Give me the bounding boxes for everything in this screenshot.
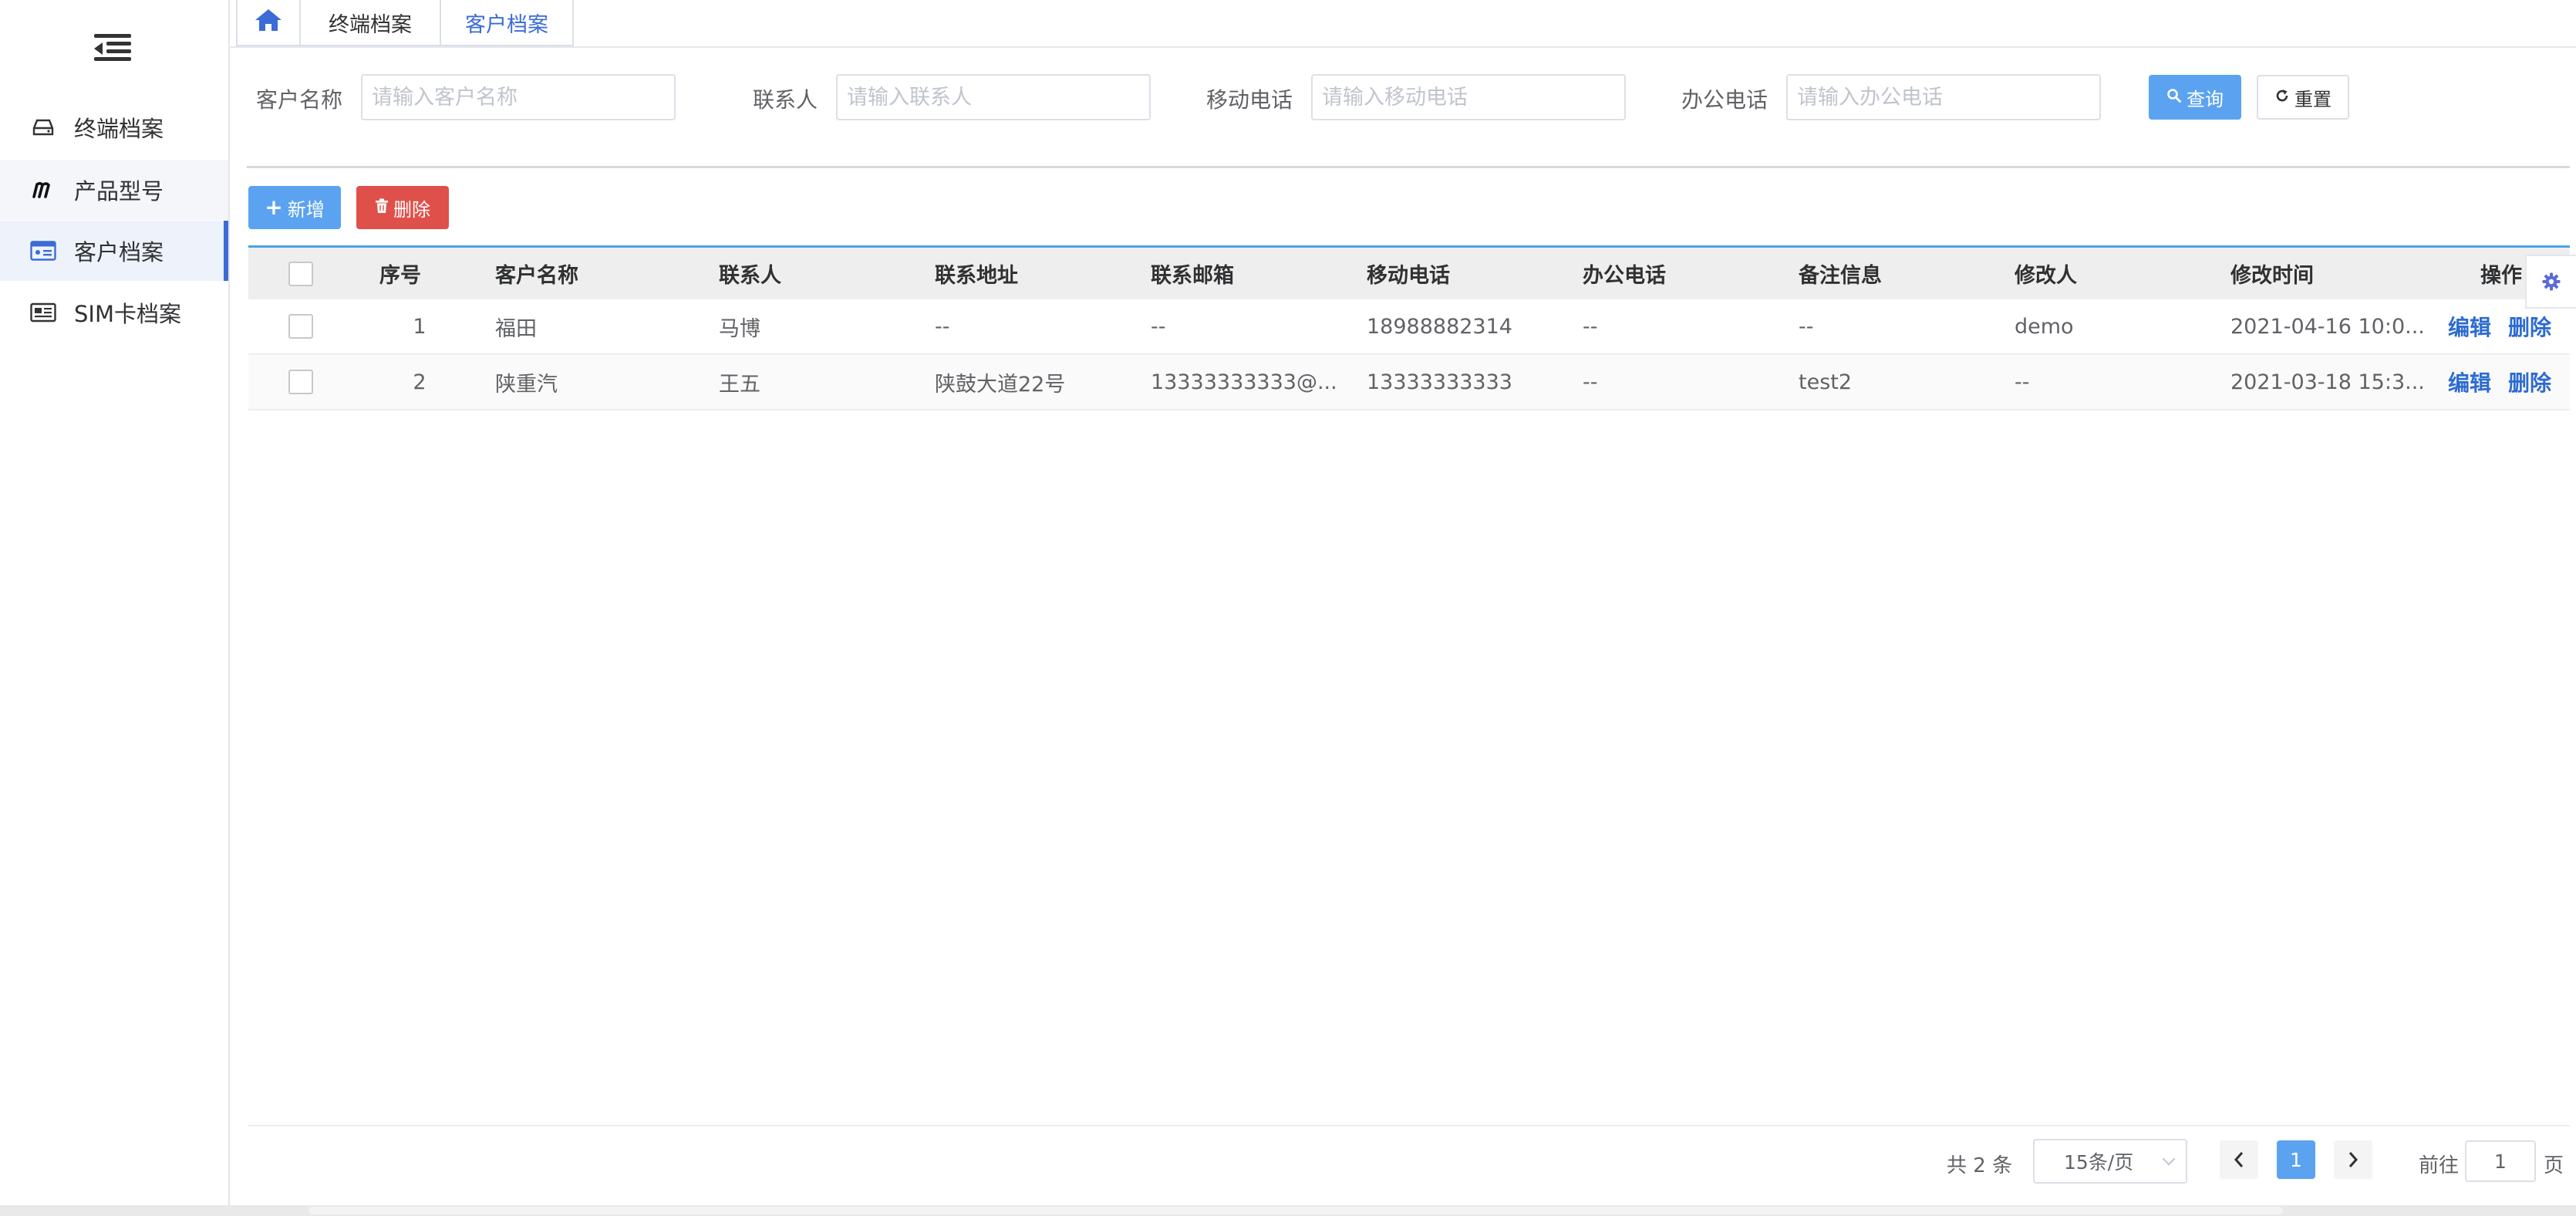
modified-time-cell: 2021-04-16 10:0... xyxy=(2230,314,2425,339)
email-cell: 13333333333@... xyxy=(1151,370,1337,394)
customer-name-cell: 陕重汽 xyxy=(495,372,558,397)
address-cell: -- xyxy=(935,314,950,339)
customer-name-label: 客户名称 xyxy=(256,87,343,113)
column-header: 备注信息 xyxy=(1799,264,1882,288)
office-phone-cell: -- xyxy=(1583,314,1598,339)
tab-terminal[interactable]: 终端档案 xyxy=(301,0,441,46)
contact-cell: 马博 xyxy=(719,316,760,341)
add-button[interactable]: + 新增 xyxy=(248,186,341,229)
mobile-cell: 13333333333 xyxy=(1367,370,1512,394)
mobile-label: 移动电话 xyxy=(1206,87,1293,113)
divider xyxy=(247,166,2570,168)
column-header: 联系人 xyxy=(719,264,781,288)
goto-page-input[interactable] xyxy=(2465,1140,2536,1182)
column-header: 移动电话 xyxy=(1367,264,1450,288)
trash-icon xyxy=(375,197,389,218)
page-number-button[interactable]: 1 xyxy=(2277,1140,2315,1179)
sidebar-item-customer[interactable]: 客户档案 xyxy=(0,221,228,281)
office-phone-input[interactable] xyxy=(1786,74,2101,120)
newspaper-icon xyxy=(28,297,59,328)
modifier-cell: demo xyxy=(2015,314,2074,339)
footer-divider xyxy=(248,1125,2570,1126)
table-header: 序号 客户名称 联系人 联系地址 联系邮箱 移动电话 办公电话 备注信息 修改人… xyxy=(248,245,2570,299)
column-header: 修改人 xyxy=(2015,264,2077,288)
office-phone-cell: -- xyxy=(1583,370,1598,394)
total-count: 共 2 条 xyxy=(1947,1154,2013,1177)
column-header: 操作 xyxy=(2480,264,2522,288)
office-phone-label: 办公电话 xyxy=(1681,87,1768,113)
search-icon xyxy=(2166,86,2182,108)
prev-page-button[interactable] xyxy=(2220,1140,2258,1179)
horizontal-scrollbar[interactable] xyxy=(0,1205,2576,1216)
sidebar-item-label: SIM卡档案 xyxy=(74,301,181,327)
tab-home[interactable] xyxy=(236,0,301,46)
column-header: 修改时间 xyxy=(2230,264,2314,288)
scrollbar-thumb[interactable] xyxy=(309,1207,2283,1214)
column-header: 序号 xyxy=(379,264,421,288)
tab-bar: 终端档案 客户档案 xyxy=(230,0,2576,48)
note-cell: test2 xyxy=(1799,370,1853,394)
reset-button-label: 重置 xyxy=(2294,88,2332,110)
chevron-down-icon xyxy=(2162,1152,2176,1166)
delete-link[interactable]: 删除 xyxy=(2508,366,2551,397)
goto-suffix: 页 xyxy=(2544,1154,2564,1177)
page-size-value: 15条/页 xyxy=(2064,1151,2134,1174)
note-cell: -- xyxy=(1799,314,1814,339)
sidebar-item-label: 客户档案 xyxy=(74,239,164,265)
next-page-button[interactable] xyxy=(2334,1140,2372,1179)
mobile-cell: 18988882314 xyxy=(1367,314,1512,339)
tab-customer[interactable]: 客户档案 xyxy=(441,0,574,46)
m-logo-icon xyxy=(28,174,59,205)
refresh-icon xyxy=(2274,86,2290,108)
menu-collapse-icon[interactable] xyxy=(94,34,131,62)
address-cell: 陕鼓大道22号 xyxy=(935,372,1066,397)
contact-cell: 王五 xyxy=(719,372,760,397)
column-header: 联系地址 xyxy=(935,264,1018,288)
delete-link[interactable]: 删除 xyxy=(2508,311,2551,342)
row-index: 1 xyxy=(413,314,427,339)
customer-name-cell: 福田 xyxy=(495,316,537,341)
sidebar: 终端档案 产品型号 客户档案 SIM卡档案 xyxy=(0,0,230,1216)
home-icon xyxy=(254,8,283,38)
drive-icon xyxy=(28,112,59,143)
contact-label: 联系人 xyxy=(753,87,818,113)
column-header: 办公电话 xyxy=(1583,264,1666,288)
select-all-checkbox[interactable] xyxy=(288,261,313,286)
id-card-icon xyxy=(28,235,59,266)
goto-prefix: 前往 xyxy=(2419,1154,2460,1177)
batch-delete-button-label: 删除 xyxy=(393,198,430,221)
sidebar-item-label: 终端档案 xyxy=(74,116,164,142)
plus-icon: + xyxy=(265,194,283,220)
modifier-cell: -- xyxy=(2015,370,2030,394)
modified-time-cell: 2021-03-18 15:3... xyxy=(2230,370,2425,394)
chevron-left-icon xyxy=(2234,1152,2244,1167)
chevron-right-icon xyxy=(2348,1152,2359,1167)
sidebar-item-terminal[interactable]: 终端档案 xyxy=(0,97,228,157)
edit-link[interactable]: 编辑 xyxy=(2448,366,2491,397)
sidebar-item-label: 产品型号 xyxy=(74,178,164,204)
customer-name-input[interactable] xyxy=(361,74,676,120)
mobile-input[interactable] xyxy=(1311,74,1626,120)
add-button-label: 新增 xyxy=(287,198,325,221)
page-size-select[interactable]: 15条/页 xyxy=(2033,1139,2187,1184)
table-row: 1 福田 马博 -- -- 18988882314 -- -- demo 202… xyxy=(248,299,2570,355)
reset-button[interactable]: 重置 xyxy=(2257,75,2349,120)
row-checkbox[interactable] xyxy=(288,370,313,394)
query-button-label: 查询 xyxy=(2187,88,2224,110)
column-header: 客户名称 xyxy=(495,264,578,288)
query-button[interactable]: 查询 xyxy=(2149,75,2241,120)
batch-delete-button[interactable]: 删除 xyxy=(356,186,449,229)
settings-gear-icon[interactable] xyxy=(2525,255,2576,309)
sidebar-item-sim[interactable]: SIM卡档案 xyxy=(0,282,228,343)
email-cell: -- xyxy=(1151,314,1166,339)
sidebar-item-product-model[interactable]: 产品型号 xyxy=(0,160,228,220)
row-checkbox[interactable] xyxy=(288,314,313,339)
row-index: 2 xyxy=(413,370,427,394)
contact-input[interactable] xyxy=(836,74,1151,120)
column-header: 联系邮箱 xyxy=(1151,264,1234,288)
table-row: 2 陕重汽 王五 陕鼓大道22号 13333333333@... 1333333… xyxy=(248,355,2570,410)
edit-link[interactable]: 编辑 xyxy=(2448,311,2491,342)
